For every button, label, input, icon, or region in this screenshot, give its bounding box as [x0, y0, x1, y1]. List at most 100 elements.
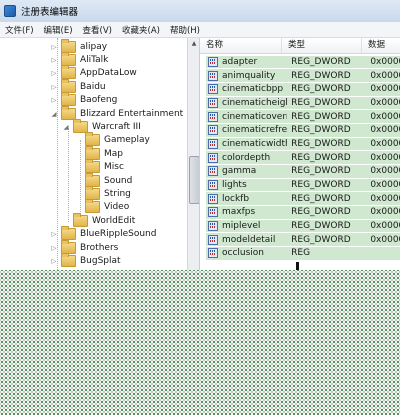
tree-node[interactable]: Video — [74, 199, 130, 214]
tree-node[interactable]: ▷ AppDataLow — [50, 65, 137, 80]
reg-dword-icon — [208, 84, 218, 95]
menu-view[interactable]: 查看(V) — [78, 24, 117, 36]
tree-node[interactable]: ▷ BlueRippleSound — [50, 226, 156, 241]
expand-arrow-icon[interactable]: ◢ — [62, 123, 70, 131]
tree-node-label: BugSplat — [80, 255, 121, 266]
scroll-thumb[interactable] — [189, 156, 199, 204]
value-name-cell: cinematicwidth — [206, 137, 288, 151]
column-header-type[interactable]: 类型 — [282, 38, 362, 53]
expand-arrow-icon[interactable]: ▷ — [50, 56, 58, 64]
reg-dword-icon — [208, 138, 218, 149]
folder-icon — [73, 118, 88, 133]
tree-node[interactable]: ▷ BugSplat — [50, 252, 121, 267]
expand-arrow-icon[interactable]: ▷ — [50, 244, 58, 252]
value-name-cell: cinematicoverr... — [206, 110, 288, 123]
value-name: lockfb — [222, 193, 250, 204]
tree-node[interactable]: Gameplay — [74, 132, 150, 147]
menu-favorites[interactable]: 收藏夹(A) — [117, 24, 165, 36]
expand-arrow-icon[interactable]: ▷ — [50, 83, 58, 91]
value-type: REG_DWORD — [287, 69, 367, 82]
value-name: animquality — [222, 70, 276, 81]
expand-arrow-icon[interactable]: ▷ — [50, 257, 58, 265]
value-data: 0x00000 — [366, 233, 400, 247]
value-row[interactable]: adapter REG_DWORD0x00000 — [200, 55, 400, 69]
value-type: REG_DWORD — [287, 192, 367, 206]
value-data: 0x00000 — [366, 137, 400, 151]
value-name-cell: colordepth — [206, 151, 288, 164]
reg-dword-icon — [208, 70, 218, 81]
menu-edit[interactable]: 编辑(E) — [39, 24, 78, 36]
value-name: miplevel — [222, 221, 261, 232]
tree-node-label: Baidu — [80, 81, 106, 92]
value-name: cinematicrefresh — [222, 125, 288, 136]
tree-node-label: Sound — [104, 175, 133, 186]
tree-node[interactable]: WorldEdit — [62, 212, 136, 227]
tree-node-label: Map — [104, 148, 123, 159]
tree-node-label: Misc — [104, 162, 124, 173]
tree-node[interactable]: ▷ Baofeng — [50, 92, 118, 107]
column-header-name[interactable]: 名称 — [200, 38, 282, 53]
expand-arrow-icon[interactable]: ◢ — [50, 110, 58, 118]
value-row[interactable]: miplevel REG_DWORD0x00000 — [200, 219, 400, 233]
values-list-pane[interactable]: 名称 类型 数据 adapterREG_DWORD0x00000animqual… — [200, 38, 400, 270]
value-row[interactable]: cinematicrefreshREG_DWORD0x00000 — [200, 123, 400, 137]
value-row[interactable]: cinematicheightREG_DWORD0x00000 — [200, 96, 400, 110]
expand-arrow-icon[interactable]: ▷ — [50, 69, 58, 77]
value-row[interactable]: gamma REG_DWORD0x00000 — [200, 165, 400, 179]
tree-node-label: Video — [104, 202, 130, 213]
value-row[interactable]: animquality REG_DWORD0x00000 — [200, 69, 400, 83]
tree-node[interactable]: ▷ Brothers — [50, 239, 118, 254]
mouse-cursor-icon — [296, 262, 299, 270]
expand-arrow-icon[interactable]: ▷ — [50, 96, 58, 104]
tree-node[interactable]: Misc — [74, 159, 124, 174]
tree-node[interactable]: ▷ AliTalk — [50, 51, 109, 66]
tree-node[interactable]: Sound — [74, 172, 133, 187]
tree-node[interactable]: ◢ Blizzard Entertainment — [50, 105, 183, 120]
tree-node-label: WorldEdit — [92, 215, 136, 226]
column-header-data[interactable]: 数据 — [362, 38, 400, 53]
tree-node[interactable]: Map — [74, 145, 123, 160]
values-rows: adapterREG_DWORD0x00000animquality REG_DW… — [200, 55, 400, 260]
value-type: REG — [287, 247, 367, 260]
expand-arrow-icon[interactable]: ▷ — [50, 43, 58, 51]
value-name-cell: cinematicbpp — [206, 82, 288, 96]
value-row[interactable]: lockfb REG_DWORD0x00000 — [200, 192, 400, 206]
tree-node[interactable]: String — [74, 185, 131, 200]
tree-node[interactable]: ▷ Baidu — [50, 78, 106, 93]
value-name-cell: miplevel — [206, 219, 288, 233]
value-row[interactable]: cinematicoverr...REG_DWORD0x00000 — [200, 110, 400, 124]
folder-icon — [73, 212, 88, 227]
tree-scrollbar[interactable]: ▲ — [187, 38, 199, 270]
value-row[interactable]: cinematicwidthREG_DWORD0x00000 — [200, 137, 400, 151]
value-row[interactable]: colordepth REG_DWORD0x00000 — [200, 151, 400, 165]
value-data: 0x00000 — [366, 110, 400, 123]
title-bar: 注册表编辑器 — [0, 0, 400, 22]
registry-tree-pane[interactable]: ▷ alipay ▷ AliTalk ▷ AppDataLow ▷ Baidu ▷ Baofeng… — [0, 38, 200, 270]
value-data — [366, 247, 400, 260]
value-row[interactable]: maxfps REG_DWORD0x00000 — [200, 206, 400, 220]
value-row[interactable]: occlusion REG — [200, 247, 400, 261]
value-data: 0x00000 — [366, 178, 400, 192]
value-name: lights — [222, 180, 247, 191]
value-row[interactable]: modeldetail REG_DWORD0x00000 — [200, 233, 400, 247]
menu-help[interactable]: 帮助(H) — [165, 24, 205, 36]
reg-dword-icon — [208, 180, 218, 191]
tree-node-label: Baofeng — [80, 95, 118, 106]
reg-dword-icon — [208, 221, 218, 232]
value-name-cell: modeldetail — [206, 233, 288, 247]
folder-icon — [61, 252, 76, 267]
scroll-up-arrow-icon[interactable]: ▲ — [190, 40, 198, 48]
reg-dword-icon — [208, 193, 218, 204]
folder-icon — [85, 145, 100, 160]
folder-icon — [61, 78, 76, 93]
expand-arrow-icon[interactable]: ▷ — [50, 230, 58, 238]
tree-node[interactable]: ◢ Warcraft III — [62, 118, 141, 133]
tree-node[interactable]: ▷ alipay — [50, 38, 107, 53]
value-row[interactable]: cinematicbppREG_DWORD0x00000 — [200, 82, 400, 96]
tree-node-label: AliTalk — [80, 54, 109, 65]
value-name: cinematicbpp — [222, 84, 284, 95]
folder-icon — [85, 185, 100, 200]
menu-file[interactable]: 文件(F) — [0, 24, 39, 36]
value-row[interactable]: lights REG_DWORD0x00000 — [200, 178, 400, 192]
tree-node-label: AppDataLow — [80, 68, 137, 79]
